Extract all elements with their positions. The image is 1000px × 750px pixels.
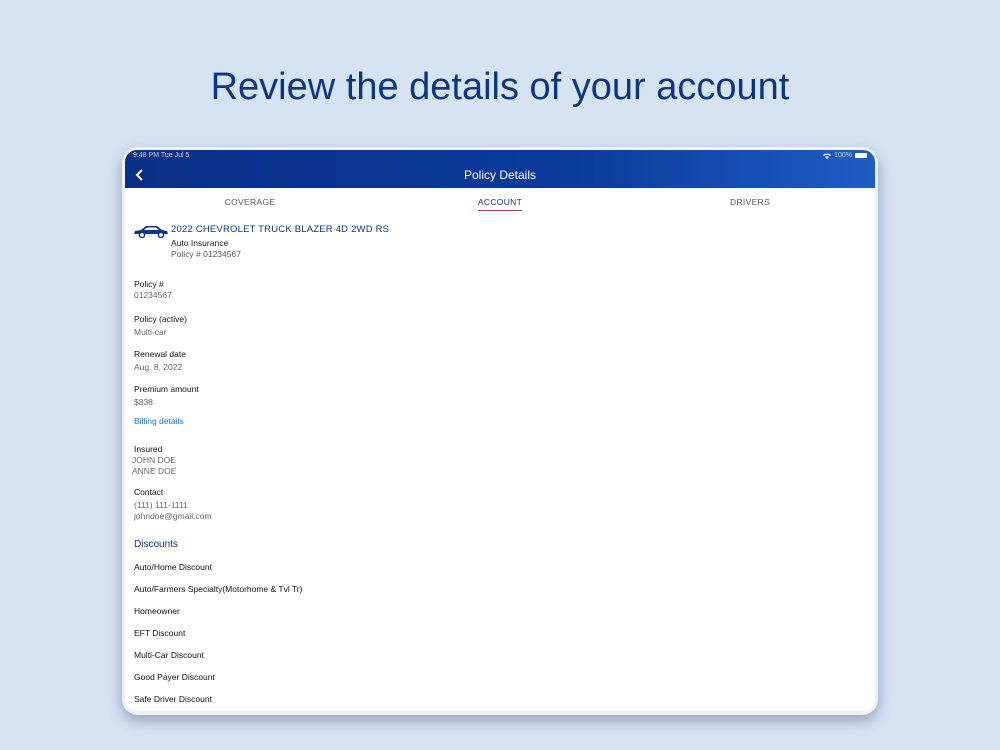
policy-status-label: Policy (active) [134, 314, 187, 324]
policy-number-value: 01234567 [134, 290, 172, 300]
contact-label: Contact [134, 487, 164, 497]
insured-name: ANNE DOE [132, 466, 177, 476]
wifi-icon [823, 153, 832, 159]
discount-item: Multi-Car Discount [134, 650, 204, 660]
contact-email: johndoe@gmail.com [134, 511, 212, 521]
premium-amount-value: $838 [134, 397, 153, 407]
billing-details-link[interactable]: Billing details [134, 416, 184, 426]
page-title: Policy Details [463, 168, 537, 182]
app-screen: 9:48 PM Tue Jul 5 100% Policy Details CO… [125, 150, 875, 711]
tablet-frame: 9:48 PM Tue Jul 5 100% Policy Details CO… [122, 147, 878, 715]
premium-amount-label: Premium amount [134, 384, 199, 394]
battery-percent: 100% [834, 152, 852, 159]
policy-status-value: Multi-car [134, 327, 167, 337]
status-bar: 9:48 PM Tue Jul 5 100% [133, 152, 867, 162]
discount-item: Auto/Home Discount [134, 562, 212, 572]
page-headline: Review the details of your account [210, 66, 790, 108]
contact-phone: (111) 111-1111 [134, 500, 188, 510]
battery-icon [855, 153, 867, 158]
insured-label: Insured [134, 444, 163, 454]
insured-name: JOHN DOE [132, 455, 176, 465]
discount-item: Homeowner [134, 606, 180, 616]
discounts-heading: Discounts [134, 539, 178, 550]
policy-number-label: Policy # [134, 279, 164, 289]
account-content: 2022 CHEVROLET TRUCK BLAZER 4D 2WD RS Au… [125, 216, 875, 711]
tab-account[interactable]: ACCOUNT [477, 197, 523, 211]
tab-coverage[interactable]: COVERAGE [225, 197, 276, 210]
car-icon [134, 226, 168, 238]
vehicle-name: 2022 CHEVROLET TRUCK BLAZER 4D 2WD RS [171, 224, 390, 235]
discount-item: EFT Discount [134, 628, 186, 638]
status-indicators: 100% [823, 152, 867, 159]
renewal-date-label: Renewal date [134, 349, 186, 359]
vehicle-insurance-type: Auto Insurance [171, 238, 229, 248]
discount-item: Auto/Farmers Specialty(Motorhome & Tvl T… [134, 584, 303, 594]
discount-item: Good Payer Discount [134, 672, 215, 682]
status-time: 9:48 PM Tue Jul 5 [133, 152, 190, 159]
discount-item: Safe Driver Discount [134, 694, 212, 704]
tab-bar: COVERAGE ACCOUNT DRIVERS [125, 188, 875, 216]
renewal-date-value: Aug. 8, 2022 [134, 362, 183, 372]
tab-drivers[interactable]: DRIVERS [730, 197, 770, 210]
app-bar: 9:48 PM Tue Jul 5 100% Policy Details [125, 150, 875, 188]
vehicle-policy-number: Policy # 01234567 [171, 249, 241, 259]
